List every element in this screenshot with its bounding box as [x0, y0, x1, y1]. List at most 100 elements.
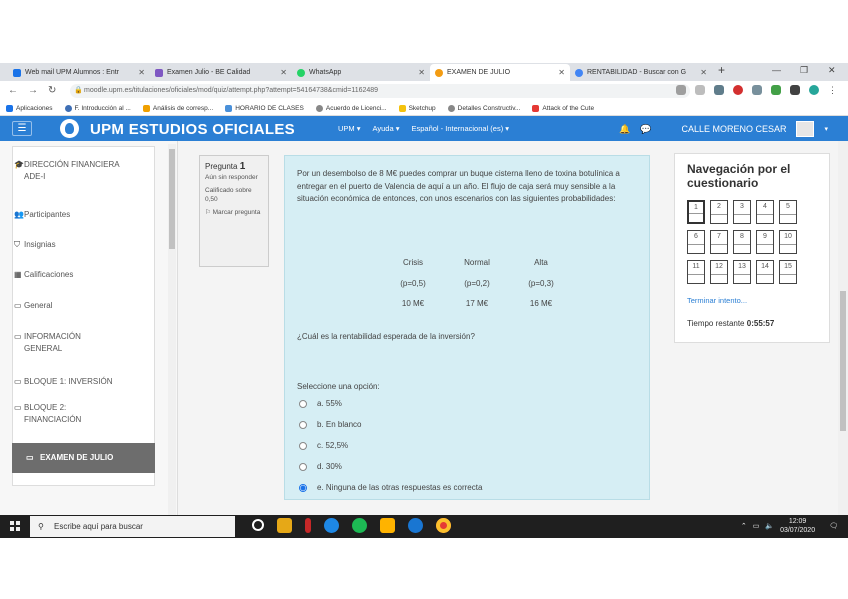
- speaker-icon[interactable]: 🔈: [765, 522, 774, 530]
- quiz-nav-question-9[interactable]: 9: [756, 230, 774, 254]
- sidebar-item-grades[interactable]: ▦ Calificaciones: [12, 269, 155, 281]
- option-label[interactable]: e. Ninguna de las otras respuestas es co…: [317, 482, 482, 495]
- sidebar-item-course[interactable]: 🎓 DIRECCIÓN FINANCIERA ADE-I: [12, 159, 155, 183]
- bookmark[interactable]: Detalles Constructiv...: [447, 104, 520, 112]
- hamburger-menu-icon[interactable]: ☰: [12, 121, 32, 136]
- quiz-nav-question-13[interactable]: 13: [733, 260, 751, 284]
- answer-option[interactable]: a. 55%: [299, 398, 342, 411]
- flag-question[interactable]: ⚐ Marcar pregunta: [205, 208, 263, 217]
- chrome-icon[interactable]: [436, 518, 451, 533]
- bookmark[interactable]: Análisis de corresp...: [142, 104, 213, 112]
- quiz-nav-question-11[interactable]: 11: [687, 260, 705, 284]
- close-tab-icon[interactable]: ✕: [138, 68, 145, 77]
- radio-button[interactable]: [299, 421, 307, 430]
- chevron-up-icon[interactable]: ⌃: [741, 522, 747, 530]
- quiz-nav-question-6[interactable]: 6: [687, 230, 705, 254]
- quiz-nav-question-12[interactable]: 12: [710, 260, 728, 284]
- edge-icon[interactable]: [408, 518, 423, 533]
- option-label[interactable]: b. En blanco: [317, 419, 361, 432]
- store-icon[interactable]: [277, 518, 292, 533]
- key-icon[interactable]: [676, 85, 686, 95]
- answer-option[interactable]: c. 52,5%: [299, 440, 348, 453]
- app-icon[interactable]: [305, 518, 311, 533]
- cortana-icon[interactable]: [252, 519, 264, 531]
- radio-button[interactable]: [299, 463, 307, 472]
- quiz-nav-question-7[interactable]: 7: [710, 230, 728, 254]
- avatar[interactable]: [796, 121, 815, 137]
- quiz-nav-question-3[interactable]: 3: [733, 200, 751, 224]
- profile-icon[interactable]: [809, 85, 819, 95]
- sidebar-scrollbar[interactable]: [168, 144, 176, 534]
- bookmark[interactable]: Acuerdo de Licenci...: [315, 104, 387, 112]
- option-label[interactable]: a. 55%: [317, 398, 342, 411]
- bookmark[interactable]: F. Introducción al ...: [64, 104, 131, 112]
- skype-icon[interactable]: [324, 518, 339, 533]
- radio-button[interactable]: [299, 400, 307, 409]
- sidebar-item-info[interactable]: ▭ INFORMACIÓN GENERAL: [12, 331, 155, 355]
- option-label[interactable]: d. 30%: [317, 461, 342, 474]
- extension-icon[interactable]: [714, 85, 724, 95]
- upm-logo[interactable]: [60, 119, 79, 138]
- sidebar-item-block1[interactable]: ▭ BLOQUE 1: INVERSIÓN: [12, 376, 155, 388]
- scrollbar-thumb[interactable]: [169, 149, 175, 249]
- sidebar-item-exam[interactable]: ▭ EXAMEN DE JULIO: [12, 443, 155, 473]
- bell-icon[interactable]: 🔔: [619, 124, 630, 135]
- quiz-nav-question-1[interactable]: 1: [687, 200, 705, 224]
- close-tab-icon[interactable]: ✕: [558, 68, 565, 77]
- star-icon[interactable]: [695, 85, 705, 95]
- restore-icon[interactable]: ❐: [800, 65, 808, 76]
- sidebar-item-general[interactable]: ▭ General: [12, 300, 155, 312]
- scrollbar-thumb[interactable]: [840, 291, 846, 431]
- close-tab-icon[interactable]: ✕: [700, 68, 707, 77]
- quiz-nav-question-5[interactable]: 5: [779, 200, 797, 224]
- quiz-nav-question-10[interactable]: 10: [779, 230, 797, 254]
- sidebar-item-badges[interactable]: ⛉ Insignias: [12, 239, 155, 251]
- radio-button[interactable]: [299, 442, 307, 451]
- reload-icon[interactable]: ↻: [48, 85, 56, 96]
- sidebar-item-block2[interactable]: ▭ BLOQUE 2: FINANCIACIÓN: [12, 402, 155, 426]
- finish-attempt-link[interactable]: Terminar intento...: [687, 296, 817, 305]
- close-window-icon[interactable]: ✕: [828, 65, 836, 76]
- bookmark[interactable]: HORARIO DE CLASES: [225, 104, 304, 112]
- adblock-icon[interactable]: [733, 85, 743, 95]
- spotify-icon[interactable]: [352, 518, 367, 533]
- clock[interactable]: 12:09 03/07/2020: [780, 517, 815, 535]
- browser-tab-active[interactable]: EXAMEN DE JULIO ✕: [430, 64, 570, 81]
- menu-language[interactable]: Español - Internacional (es) ▾: [412, 124, 510, 133]
- taskbar-search[interactable]: ⚲ Escribe aquí para buscar: [30, 516, 235, 537]
- quiz-nav-question-14[interactable]: 14: [756, 260, 774, 284]
- chevron-down-icon[interactable]: ▾: [824, 125, 828, 133]
- quiz-nav-question-2[interactable]: 2: [710, 200, 728, 224]
- quiz-nav-question-8[interactable]: 8: [733, 230, 751, 254]
- browser-tab[interactable]: Examen Julio - BE Calidad ✕: [150, 64, 292, 81]
- bookmark[interactable]: Attack of the Cute: [532, 104, 594, 112]
- file-explorer-icon[interactable]: [380, 518, 395, 533]
- user-name[interactable]: CALLE MORENO CESAR: [681, 124, 786, 134]
- answer-option[interactable]: d. 30%: [299, 461, 342, 474]
- option-label[interactable]: c. 52,5%: [317, 440, 348, 453]
- back-icon[interactable]: ←: [8, 85, 18, 96]
- network-icon[interactable]: ▭: [753, 522, 760, 530]
- close-tab-icon[interactable]: ✕: [418, 68, 425, 77]
- forward-icon[interactable]: →: [28, 85, 38, 96]
- quiz-nav-question-15[interactable]: 15: [779, 260, 797, 284]
- checkmark-icon[interactable]: [771, 85, 781, 95]
- browser-tab[interactable]: Web mail UPM Alumnos : Entr ✕: [8, 64, 150, 81]
- menu-help[interactable]: Ayuda ▾: [373, 124, 400, 133]
- radio-button-selected[interactable]: [299, 484, 307, 493]
- answer-option-selected[interactable]: e. Ninguna de las otras respuestas es co…: [299, 482, 482, 495]
- puzzle-icon[interactable]: [790, 85, 800, 95]
- bookmark[interactable]: Aplicaciones: [6, 104, 53, 112]
- quiz-nav-question-4[interactable]: 4: [756, 200, 774, 224]
- answer-option[interactable]: b. En blanco: [299, 419, 361, 432]
- close-tab-icon[interactable]: ✕: [280, 68, 287, 77]
- bookmark[interactable]: Sketchup: [398, 104, 436, 112]
- windows-start-icon[interactable]: [10, 521, 20, 531]
- browser-tab[interactable]: WhatsApp ✕: [292, 64, 430, 81]
- sidebar-item-participants[interactable]: 👥 Participantes: [12, 209, 155, 221]
- url-input[interactable]: 🔒 moodle.upm.es/titulaciones/oficiales/m…: [70, 84, 690, 98]
- browser-tab[interactable]: RENTABILIDAD - Buscar con G ✕: [570, 64, 712, 81]
- notifications-icon[interactable]: 🗨: [829, 522, 838, 530]
- extension-icon[interactable]: [752, 85, 762, 95]
- menu-upm[interactable]: UPM ▾: [338, 124, 361, 133]
